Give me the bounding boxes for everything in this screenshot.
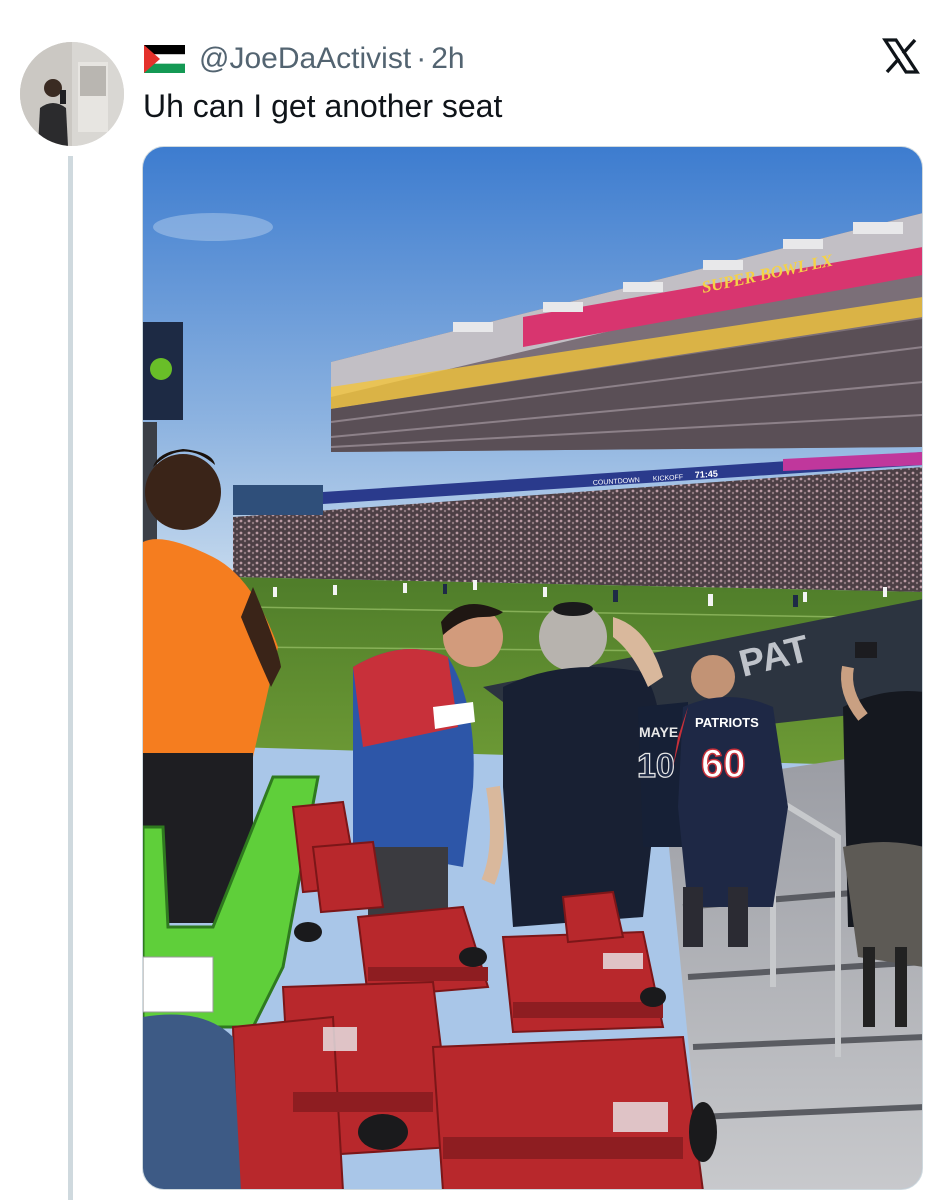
thread-line bbox=[68, 156, 73, 1200]
jersey-team: PATRIOTS bbox=[695, 715, 759, 730]
author-handle[interactable]: @JoeDaActivist bbox=[199, 42, 411, 76]
separator-dot: · bbox=[416, 42, 427, 75]
jersey-name: MAYE bbox=[639, 724, 678, 740]
stadium-photo: SUPER BOWL LX COUNTDOWN KICKOFF 71:45 PA… bbox=[143, 147, 922, 1189]
jersey-number: 10 bbox=[637, 747, 675, 785]
jersey-number-2: 60 bbox=[701, 742, 746, 786]
profile-photo bbox=[20, 42, 124, 146]
tweet-text: Uh can I get another seat bbox=[143, 88, 503, 124]
tweet-header: @JoeDaActivist · 2h bbox=[144, 38, 465, 80]
scoreboard-time: 71:45 bbox=[694, 469, 718, 480]
tweet-photo[interactable]: SUPER BOWL LX COUNTDOWN KICKOFF 71:45 PA… bbox=[142, 146, 923, 1190]
palestine-flag-icon bbox=[144, 45, 185, 73]
x-logo-icon[interactable] bbox=[882, 37, 920, 75]
author-avatar[interactable] bbox=[20, 42, 124, 146]
post-time[interactable]: 2h bbox=[431, 42, 464, 76]
